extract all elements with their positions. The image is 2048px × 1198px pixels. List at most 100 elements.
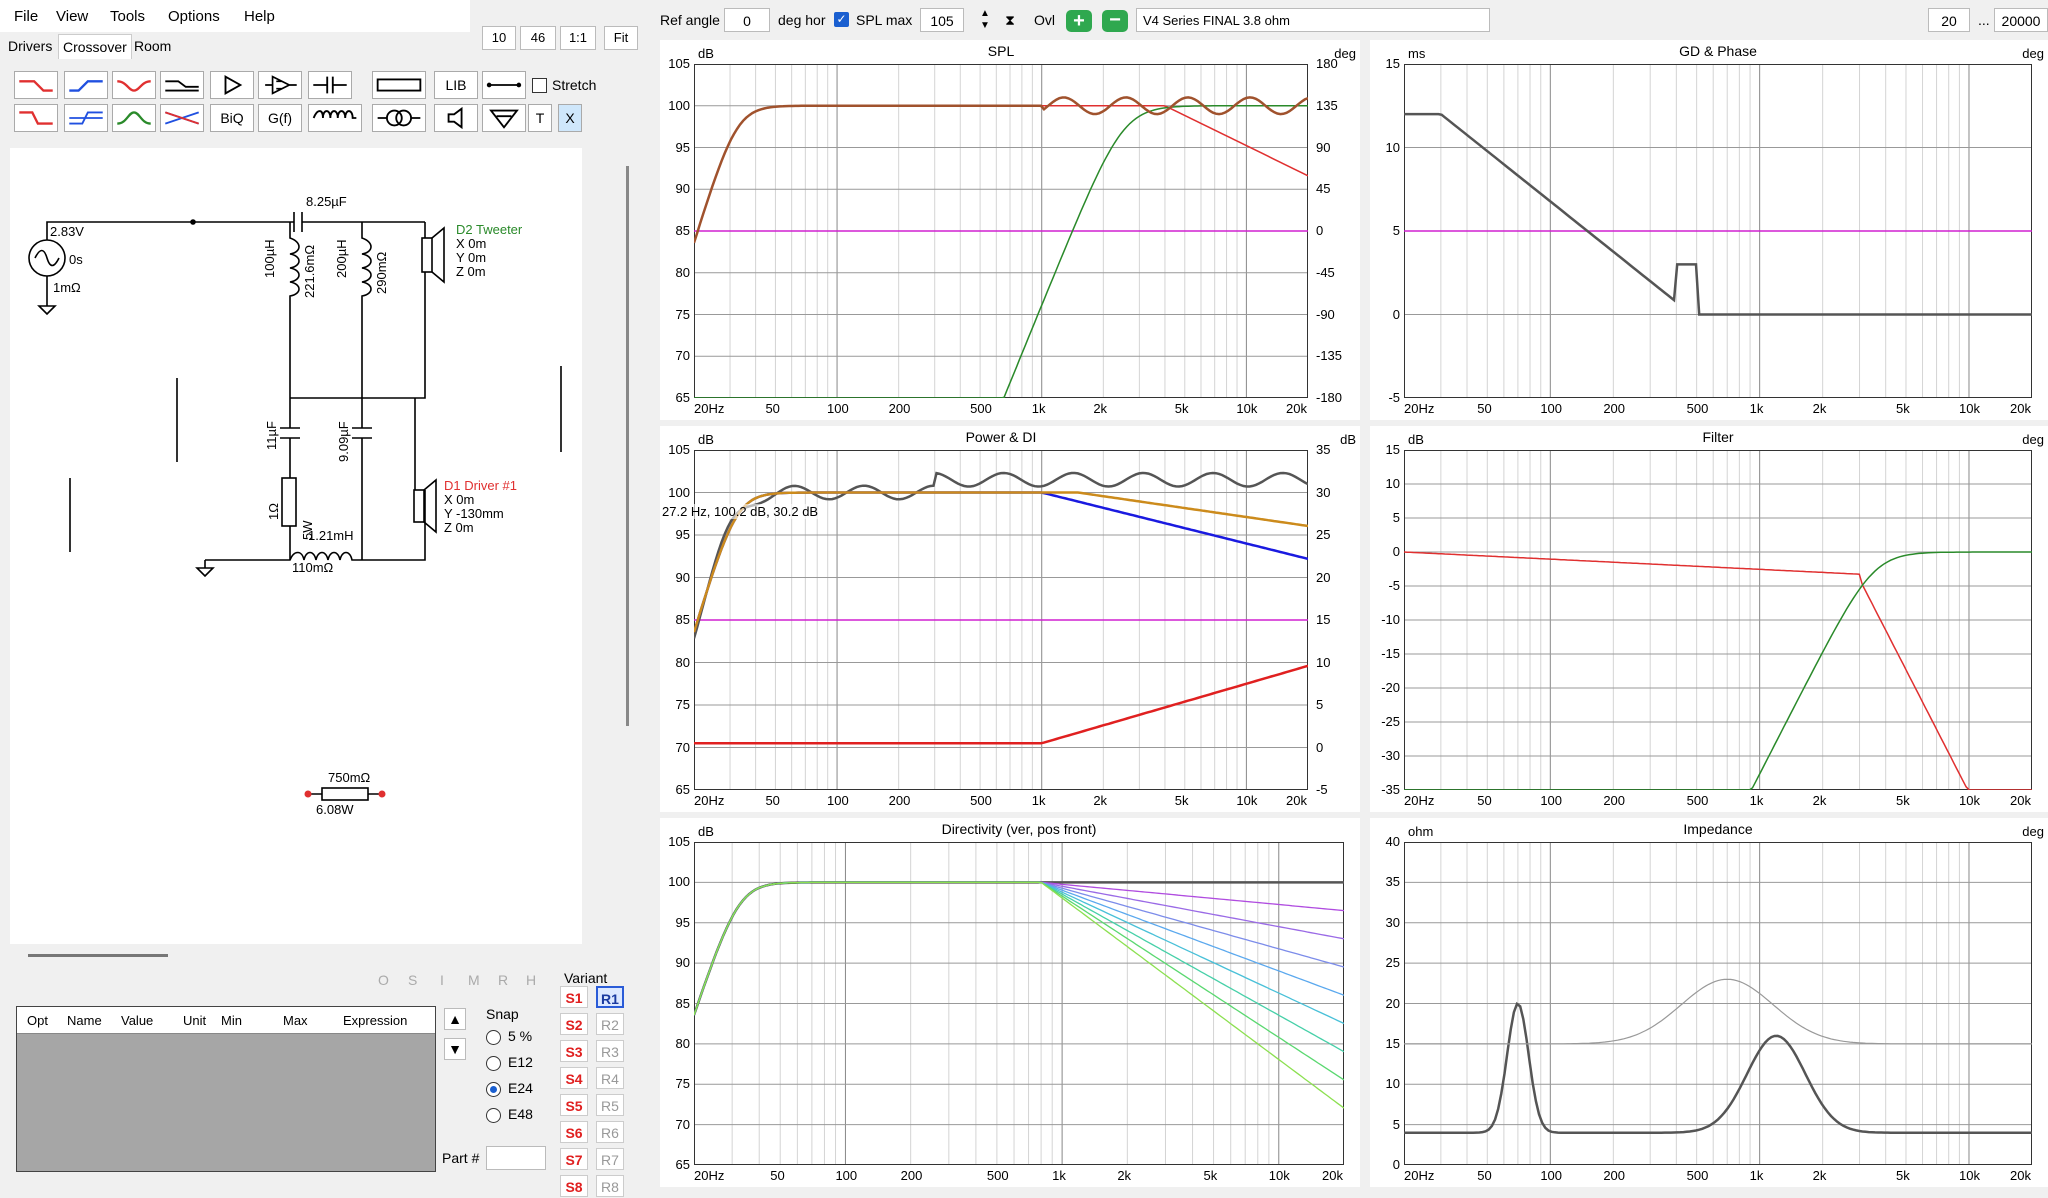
notch-tool-icon[interactable] [112,71,156,99]
flag-r[interactable]: R [498,972,508,988]
variant-s6-button[interactable]: S6 [560,1121,588,1143]
project-name-field[interactable]: V4 Series FINAL 3.8 ohm [1136,8,1490,32]
menu-help[interactable]: Help [244,8,275,25]
move-up-button[interactable]: ▲ [444,1008,466,1030]
variant-r6-button[interactable]: R6 [596,1121,624,1143]
variant-s8-button[interactable]: S8 [560,1175,588,1197]
variant-r3-button[interactable]: R3 [596,1040,624,1062]
variant-r4-button[interactable]: R4 [596,1067,624,1089]
speaker-tool-icon[interactable] [434,104,478,132]
tab-crossover[interactable]: Crossover [58,34,132,59]
variant-s3-button[interactable]: S3 [560,1040,588,1062]
zoom-10-button[interactable]: 10 [482,26,516,50]
ground-tool-icon[interactable] [482,104,526,132]
gd-unit-right: deg [2022,46,2044,61]
zoom-46-button[interactable]: 46 [520,26,556,50]
move-down-button[interactable]: ▼ [444,1038,466,1060]
ref-angle-input[interactable]: 0 [724,8,770,32]
stretch-checkbox[interactable] [532,78,547,93]
tweeter-name[interactable]: D2 Tweeter [456,222,522,237]
flag-s[interactable]: S [408,972,417,988]
impedance-x-tick: 20Hz [1404,1168,1435,1183]
menu-file[interactable]: File [14,8,38,25]
spl-graph[interactable]: SPL dB deg 105 180 100 135 95 90 90 45 85 0 80 -45 75 -9… [660,40,1360,420]
transformer-tool-icon[interactable] [372,104,426,132]
variant-r8-button[interactable]: R8 [596,1175,624,1197]
zoom-1-1-button[interactable]: 1:1 [560,26,596,50]
flag-o[interactable]: O [378,972,389,988]
menu-options[interactable]: Options [168,8,220,25]
variant-r5-button[interactable]: R5 [596,1094,624,1116]
schematic-scrollbar[interactable] [28,954,168,957]
col-name[interactable]: Name [67,1013,102,1028]
variant-r1-button[interactable]: R1 [596,986,624,1008]
zoom-fit-button[interactable]: Fit [604,26,638,50]
capacitor-tool-icon[interactable] [308,71,352,99]
directivity-graph[interactable]: Directivity (ver, pos front) dB 105 100 95 90… [660,818,1360,1187]
freq-max-input[interactable]: 20000 [1994,8,2048,32]
gf-button[interactable]: G(f) [258,104,302,132]
resistor-tool-icon[interactable] [372,71,426,99]
power-graph[interactable]: Power & DI dB dB 105 35 100 30 95 25 90 20 85 15 80 10… [660,426,1360,812]
spl-max-input[interactable]: 105 [920,8,964,32]
variant-s2-button[interactable]: S2 [560,1013,588,1035]
driver-name[interactable]: D1 Driver #1 [444,478,517,493]
fit-vertical-icon[interactable]: ⧗ [1000,8,1020,32]
add-overlay-icon[interactable]: + [1066,10,1092,32]
snap-e48-radio[interactable] [486,1108,501,1123]
flag-m[interactable]: M [468,972,480,988]
snap-e24-radio[interactable] [486,1082,501,1097]
amplifier-tool-icon[interactable] [210,71,254,99]
variant-s5-button[interactable]: S5 [560,1094,588,1116]
gd-graph[interactable]: GD & Phase ms deg 15 10 5 0 -5 20Hz 50 100 200 500 1k… [1370,40,2048,420]
remove-overlay-icon[interactable]: − [1102,10,1128,32]
freq-min-input[interactable]: 20 [1928,8,1970,32]
buffer-tool-icon[interactable] [258,71,302,99]
x-button[interactable]: X [558,104,582,132]
spl-max-spinner-icon[interactable]: ▲ ▼ [976,8,994,32]
col-max[interactable]: Max [283,1013,308,1028]
col-min[interactable]: Min [221,1013,242,1028]
filter-x-tick: 50 [1477,793,1492,808]
schematic-vscrollbar[interactable] [626,166,629,726]
crossover-tool-icon[interactable] [160,104,204,132]
variant-s1-button[interactable]: S1 [560,986,588,1008]
variant-s4-button[interactable]: S4 [560,1067,588,1089]
impedance-graph[interactable]: Impedance ohm deg 40 35 30 25 20 15 10 5 0 20Hz 50 100… [1370,818,2048,1187]
spl-max-checkbox[interactable]: ✓ [834,12,849,27]
t-button[interactable]: T [528,104,552,132]
menu-view[interactable]: View [56,8,88,25]
lowpass-tool-icon[interactable] [14,71,58,99]
optimizer-table[interactable]: Opt Name Value Unit Min Max Expression [16,1006,436,1172]
highpass-tool-icon[interactable] [64,71,108,99]
tab-room[interactable]: Room [134,38,171,54]
highpass2-tool-icon[interactable] [64,104,108,132]
flag-h[interactable]: H [526,972,536,988]
lib-button[interactable]: LIB [434,71,478,99]
variant-r7-button[interactable]: R7 [596,1148,624,1170]
shelf-tool-icon[interactable] [160,71,204,99]
inductor-tool-icon[interactable] [308,104,362,132]
col-value[interactable]: Value [121,1013,153,1028]
gd-y-tick: -5 [1388,390,1400,405]
snap-5pct-radio[interactable] [486,1030,501,1045]
variant-s7-button[interactable]: S7 [560,1148,588,1170]
col-expression[interactable]: Expression [343,1013,407,1028]
lowpass2-tool-icon[interactable] [14,104,58,132]
wire-tool-icon[interactable] [482,71,526,99]
variant-r2-button[interactable]: R2 [596,1013,624,1035]
col-unit[interactable]: Unit [183,1013,206,1028]
schematic-canvas[interactable]: 2.83V 0s 1mΩ 8.25µF 100µH 221.6mΩ 200µH … [10,148,582,944]
biq-button[interactable]: BiQ [210,104,254,132]
menu-tools[interactable]: Tools [110,8,145,25]
spl-y-right-tick: -135 [1316,348,1343,364]
flag-i[interactable]: I [440,972,444,988]
peak-tool-icon[interactable] [112,104,156,132]
tab-drivers[interactable]: Drivers [8,38,52,54]
filter-graph[interactable]: Filter dB deg 15 10 5 0 -5 -10 -15 -20 -25 -30 -35 20H… [1370,426,2048,812]
part-input[interactable] [486,1146,546,1170]
snap-e12-radio[interactable] [486,1056,501,1071]
col-opt[interactable]: Opt [27,1013,48,1028]
spl-x-tick: 10k [1236,401,1258,416]
filter-title: Filter [1702,429,1734,445]
